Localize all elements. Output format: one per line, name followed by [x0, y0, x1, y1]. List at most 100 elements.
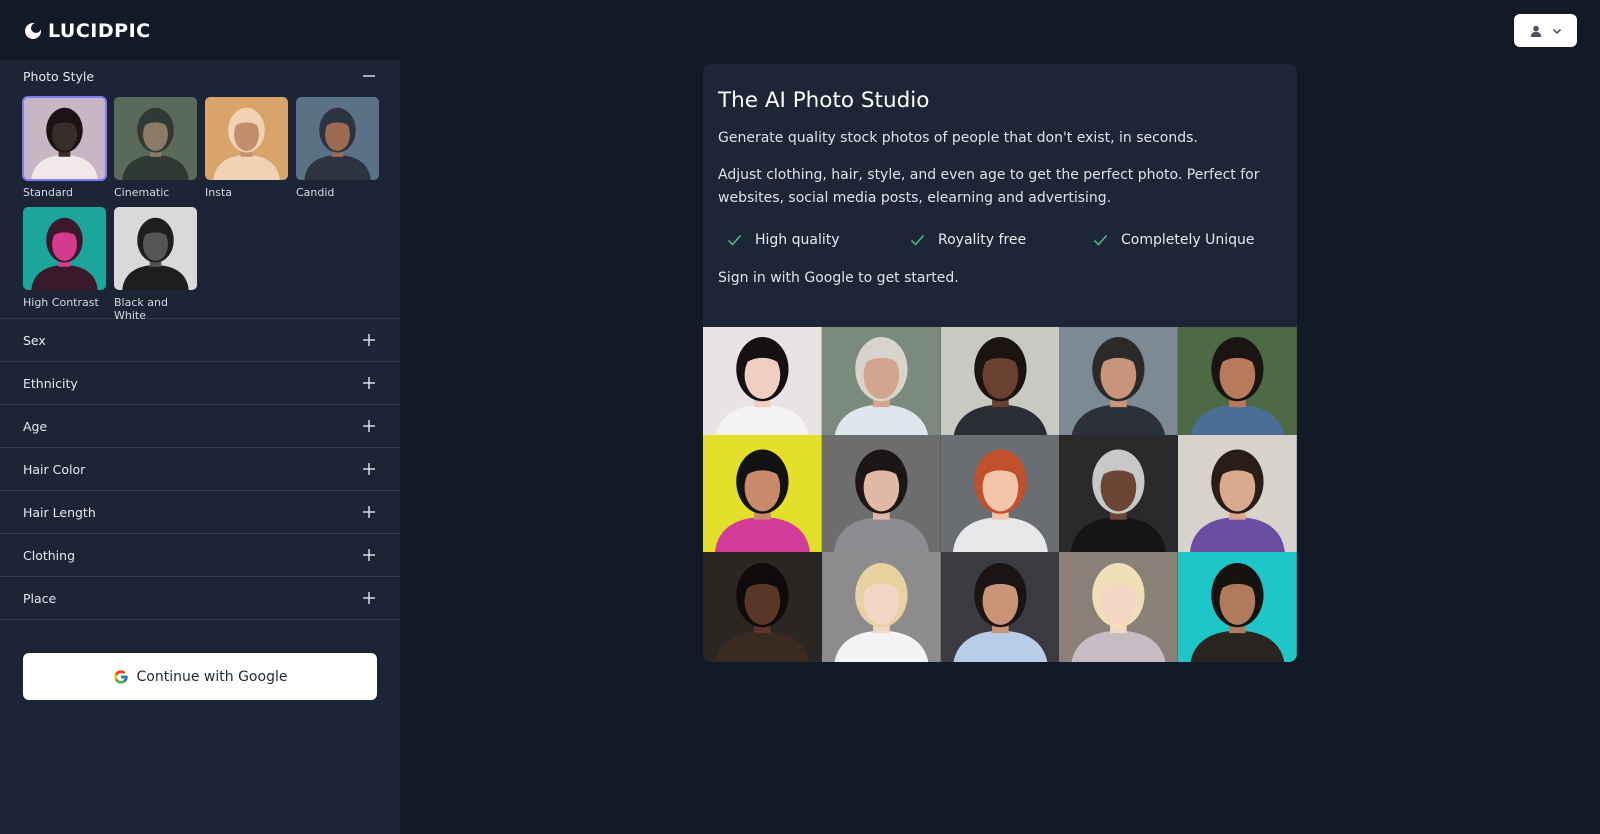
filter-label: Age	[23, 418, 48, 434]
portrait-image	[703, 327, 822, 435]
portrait-image	[1178, 552, 1297, 662]
expand-plus-icon[interactable]	[362, 419, 376, 433]
style-thumbnail[interactable]	[114, 97, 197, 180]
sidebar: Photo Style Standard Cinematic Insta Candid…	[0, 60, 400, 834]
filter-label: Hair Length	[23, 504, 96, 520]
filter-clothing[interactable]: Clothing	[0, 534, 400, 577]
collapse-icon[interactable]	[362, 69, 376, 83]
portrait-image	[1059, 435, 1179, 552]
feature-item: Royality free	[910, 232, 1093, 248]
check-icon	[727, 235, 742, 246]
filter-place[interactable]: Place	[0, 577, 400, 620]
filter-ethnicity[interactable]: Ethnicity	[0, 362, 400, 405]
sample-photo	[1178, 552, 1297, 662]
filter-label: Hair Color	[23, 461, 86, 477]
filter-label: Clothing	[23, 547, 76, 563]
style-thumbnail-image	[23, 207, 106, 290]
style-thumbnail-image	[23, 97, 106, 180]
signin-prompt: Sign in with Google to get started.	[718, 270, 959, 286]
portrait-image	[1059, 552, 1179, 662]
expand-plus-icon[interactable]	[362, 591, 376, 605]
expand-plus-icon[interactable]	[362, 376, 376, 390]
check-icon	[1093, 235, 1108, 246]
brand-name: LUCIDPIC	[48, 20, 151, 42]
expand-plus-icon[interactable]	[362, 548, 376, 562]
portrait-image	[703, 552, 822, 662]
sample-photo	[821, 552, 941, 662]
photo-style-grid: Standard Cinematic Insta Candid High Contras…	[0, 92, 400, 322]
portrait-image	[940, 552, 1060, 662]
filter-label: Sex	[23, 332, 46, 348]
style-option-black-and-white[interactable]: Black and White	[114, 207, 197, 322]
feature-item: High quality	[727, 232, 910, 248]
style-label: High Contrast	[23, 296, 99, 309]
logo-mark-icon	[25, 23, 41, 39]
feature-label: Royality free	[938, 232, 1027, 248]
expand-plus-icon[interactable]	[362, 505, 376, 519]
style-thumbnail[interactable]	[205, 97, 288, 180]
sample-photo	[940, 327, 1060, 435]
style-thumbnail-image	[114, 97, 197, 180]
filter-sex[interactable]: Sex	[0, 319, 400, 362]
sample-photo-grid	[703, 327, 1297, 662]
style-thumbnail-image	[296, 97, 379, 180]
portrait-image	[703, 435, 822, 552]
portrait-image	[940, 435, 1060, 552]
filter-hair-color[interactable]: Hair Color	[0, 448, 400, 491]
sample-photo	[1059, 552, 1179, 662]
style-option-candid[interactable]: Candid	[296, 97, 379, 200]
intro-paragraph: Generate quality stock photos of people …	[718, 130, 1198, 146]
filter-label: Place	[23, 590, 57, 606]
sample-photo	[940, 435, 1060, 552]
user-menu-button[interactable]	[1514, 14, 1577, 47]
portrait-image	[1059, 327, 1179, 435]
style-option-insta[interactable]: Insta	[205, 97, 288, 200]
style-thumbnail[interactable]	[22, 96, 107, 181]
style-label: Black and White	[114, 296, 168, 322]
feature-item: Completely Unique	[1093, 232, 1254, 248]
user-icon	[1530, 25, 1541, 37]
portrait-image	[821, 435, 941, 552]
sample-photo	[940, 552, 1060, 662]
style-thumbnail-image	[114, 207, 197, 290]
sample-photo	[703, 435, 822, 552]
sample-photo	[1178, 435, 1297, 552]
filter-age[interactable]: Age	[0, 405, 400, 448]
portrait-image	[821, 552, 941, 662]
feature-label: Completely Unique	[1121, 232, 1255, 248]
ai-photo-studio-card: The AI Photo Studio Generate quality sto…	[703, 64, 1297, 662]
expand-plus-icon[interactable]	[362, 462, 376, 476]
style-thumbnail[interactable]	[114, 207, 197, 290]
style-option-high-contrast[interactable]: High Contrast	[23, 207, 106, 310]
style-thumbnail[interactable]	[296, 97, 379, 180]
filter-hair-length[interactable]: Hair Length	[0, 491, 400, 534]
style-label: Candid	[296, 186, 335, 199]
style-option-standard[interactable]: Standard	[22, 96, 107, 200]
style-option-cinematic[interactable]: Cinematic	[114, 97, 197, 200]
style-label: Insta	[205, 186, 233, 199]
style-thumbnail[interactable]	[23, 207, 106, 290]
sample-photo	[1178, 327, 1297, 435]
sample-photo	[821, 327, 941, 435]
photo-style-title: Photo Style	[23, 68, 95, 84]
feature-label: High quality	[755, 232, 840, 248]
portrait-image	[1178, 327, 1297, 435]
page-title: The AI Photo Studio	[718, 88, 930, 113]
sample-photo	[703, 552, 822, 662]
chevron-down-icon	[1552, 28, 1561, 34]
style-label: Standard	[23, 186, 74, 199]
sample-photo	[703, 327, 822, 435]
style-thumbnail-image	[205, 97, 288, 180]
google-icon	[113, 669, 128, 684]
filter-accordion: Sex Ethnicity Age Hair Color Hair Length Clot…	[0, 318, 400, 620]
continue-with-google-button[interactable]: Continue with Google	[23, 653, 377, 700]
sample-photo	[821, 435, 941, 552]
portrait-image	[821, 327, 941, 435]
brand-logo[interactable]: LUCIDPIC	[24, 20, 151, 42]
portrait-image	[1178, 435, 1297, 552]
feature-list: High quality Royality free Completely Uniq…	[718, 232, 1282, 248]
expand-plus-icon[interactable]	[362, 333, 376, 347]
google-button-label: Continue with Google	[136, 668, 288, 685]
sample-photo	[1059, 435, 1179, 552]
photo-style-header[interactable]: Photo Style	[0, 60, 400, 92]
